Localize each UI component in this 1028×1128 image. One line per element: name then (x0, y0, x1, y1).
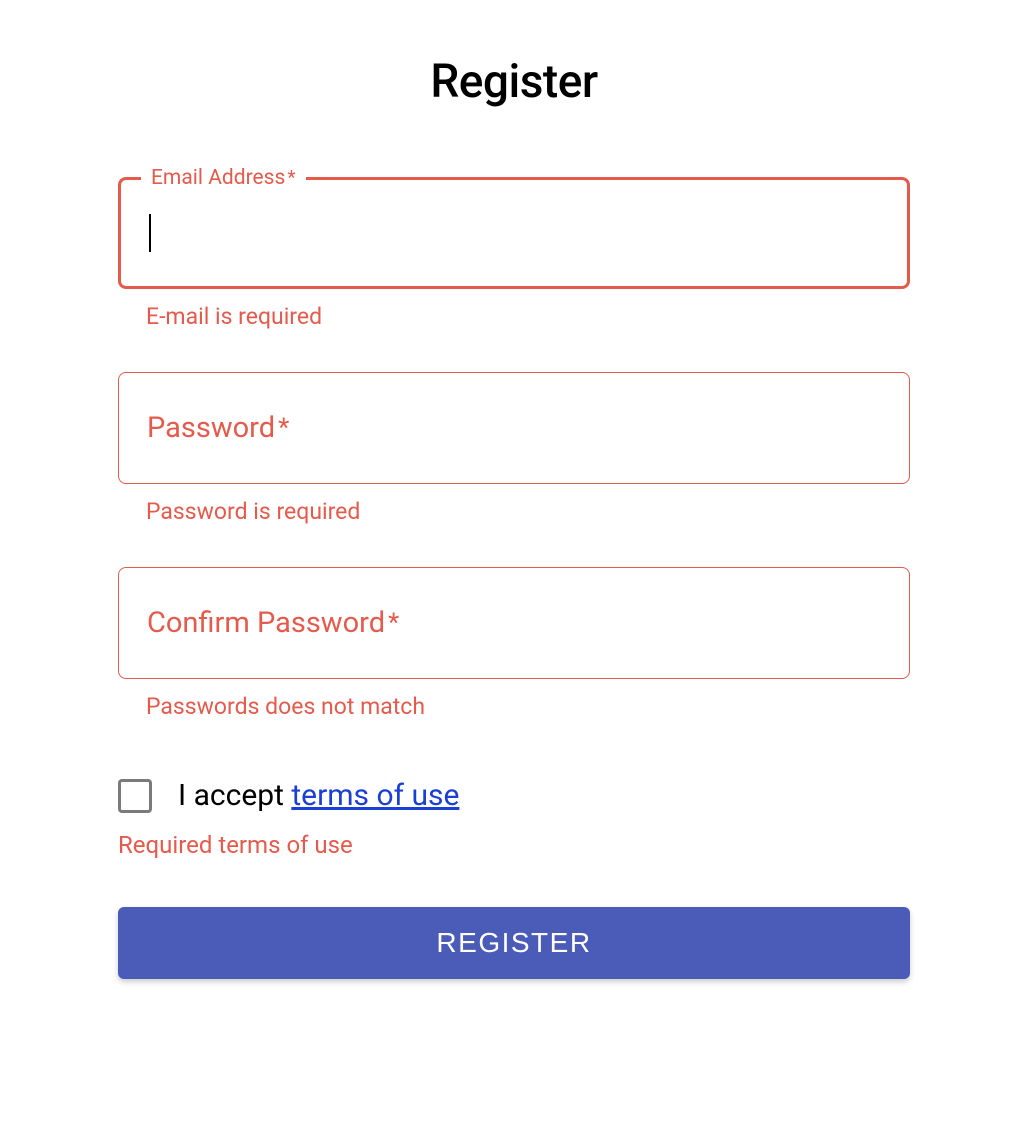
confirm-password-label: Confirm Password* (147, 606, 399, 640)
email-field-box[interactable]: Email Address* (118, 177, 910, 289)
terms-link[interactable]: terms of use (291, 778, 459, 813)
terms-label: I accept terms of use (178, 778, 459, 813)
password-error: Password is required (146, 498, 910, 525)
required-asterisk: * (287, 166, 295, 189)
terms-prefix: I accept (178, 778, 291, 813)
required-asterisk: * (278, 413, 289, 443)
password-label-text: Password (147, 411, 275, 445)
terms-checkbox[interactable] (118, 779, 152, 813)
confirm-password-field-wrapper: Confirm Password* Passwords does not mat… (118, 567, 910, 720)
terms-error: Required terms of use (118, 831, 910, 859)
email-label: Email Address* (141, 166, 306, 190)
text-cursor (149, 214, 151, 252)
password-field-box[interactable]: Password* (118, 372, 910, 484)
confirm-password-error: Passwords does not match (146, 693, 910, 720)
confirm-password-field-box[interactable]: Confirm Password* (118, 567, 910, 679)
confirm-password-label-text: Confirm Password (147, 606, 385, 640)
required-asterisk: * (388, 608, 399, 638)
register-form: Register Email Address* E-mail is requir… (118, 0, 910, 979)
email-error: E-mail is required (146, 303, 910, 330)
password-field-wrapper: Password* Password is required (118, 372, 910, 525)
email-label-text: Email Address (151, 166, 285, 190)
terms-row: I accept terms of use (118, 778, 910, 813)
email-field-wrapper: Email Address* E-mail is required (118, 177, 910, 330)
page-title: Register (118, 55, 910, 109)
password-label: Password* (147, 411, 289, 445)
register-button[interactable]: REGISTER (118, 907, 910, 979)
